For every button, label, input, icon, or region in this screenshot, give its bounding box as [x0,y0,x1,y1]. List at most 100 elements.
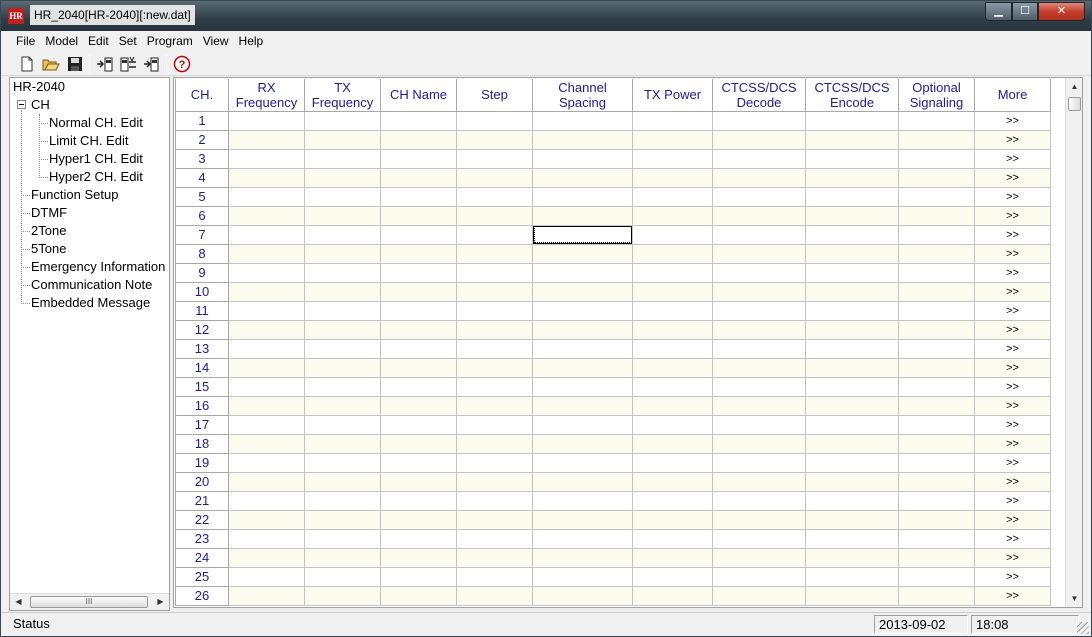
grid-cell-rx-frequency[interactable] [228,452,305,473]
grid-cell-ctcss-dcs-decode[interactable] [712,319,806,340]
grid-cell-ctcss-dcs-encode[interactable] [805,338,899,359]
grid-cell-rx-frequency[interactable] [228,167,305,188]
grid-cell-step[interactable] [456,566,533,587]
grid-cell-ch-name[interactable] [380,167,457,188]
grid-cell-step[interactable] [456,319,533,340]
grid-cell-ctcss-dcs-encode[interactable] [805,167,899,188]
grid-cell-ctcss-dcs-encode[interactable] [805,433,899,454]
app-icon[interactable]: HR [8,8,24,24]
grid-cell-optional-signaling[interactable] [898,357,975,378]
grid-cell-optional-signaling[interactable] [898,509,975,530]
table-row[interactable]: 9 >> [175,262,1051,283]
grid-cell-rx-frequency[interactable] [228,357,305,378]
grid-cell-tx-frequency[interactable] [304,566,381,587]
grid-cell-ch-name[interactable] [380,490,457,511]
channel-number[interactable]: 8 [175,243,229,264]
grid-cell-ch-name[interactable] [380,471,457,492]
scroll-thumb[interactable]: III [30,596,148,608]
grid-cell-optional-signaling[interactable] [898,433,975,454]
grid-cell-ch-name[interactable] [380,281,457,302]
grid-cell-optional-signaling[interactable] [898,243,975,264]
table-row[interactable]: 15 >> [175,376,1051,397]
grid-cell-ch-name[interactable] [380,414,457,435]
grid-cell-ch-name[interactable] [380,224,457,245]
grid-cell-ctcss-dcs-decode[interactable] [712,452,806,473]
grid-cell-rx-frequency[interactable] [228,376,305,397]
grid-cell-tx-power[interactable] [632,243,713,264]
grid-cell-rx-frequency[interactable] [228,471,305,492]
grid-cell-step[interactable] [456,395,533,416]
channel-number[interactable]: 25 [175,566,229,587]
grid-cell-tx-power[interactable] [632,547,713,568]
more-button[interactable]: >> [974,509,1051,530]
grid-cell-ch-name[interactable] [380,243,457,264]
table-row[interactable]: 1 >> [175,110,1051,131]
grid-cell-channel-spacing[interactable] [532,433,633,454]
column-header-more[interactable]: More [974,79,1051,112]
grid-cell-tx-power[interactable] [632,433,713,454]
menu-program[interactable]: Program [142,31,198,51]
grid-cell-ctcss-dcs-decode[interactable] [712,148,806,169]
grid-cell-optional-signaling[interactable] [898,376,975,397]
grid-cell-channel-spacing[interactable] [532,110,633,131]
grid-cell-optional-signaling[interactable] [898,300,975,321]
grid-cell-tx-frequency[interactable] [304,224,381,245]
grid-cell-rx-frequency[interactable] [228,528,305,549]
grid-cell-tx-power[interactable] [632,357,713,378]
scroll-down-icon[interactable]: ▼ [1066,590,1082,607]
column-header-ch-name[interactable]: CH Name [380,79,457,112]
grid-cell-rx-frequency[interactable] [228,490,305,511]
grid-cell-ch-name[interactable] [380,566,457,587]
table-row[interactable]: 12 >> [175,319,1051,340]
grid-cell-tx-power[interactable] [632,452,713,473]
grid-cell-channel-spacing[interactable] [532,471,633,492]
grid-cell-ctcss-dcs-decode[interactable] [712,281,806,302]
grid-cell-channel-spacing[interactable] [532,205,633,226]
more-button[interactable]: >> [974,566,1051,587]
table-row[interactable]: 13 >> [175,338,1051,359]
table-row[interactable]: 10 >> [175,281,1051,302]
grid-cell-tx-power[interactable] [632,110,713,131]
grid-cell-ch-name[interactable] [380,129,457,150]
grid-cell-ctcss-dcs-decode[interactable] [712,395,806,416]
channel-number[interactable]: 12 [175,319,229,340]
channel-number[interactable]: 23 [175,528,229,549]
grid-cell-ctcss-dcs-encode[interactable] [805,414,899,435]
grid-cell-ctcss-dcs-decode[interactable] [712,509,806,530]
grid-cell-rx-frequency[interactable] [228,395,305,416]
grid-cell-channel-spacing[interactable] [532,490,633,511]
grid-cell-ctcss-dcs-encode[interactable] [805,357,899,378]
channel-number[interactable]: 10 [175,281,229,302]
grid-cell-step[interactable] [456,547,533,568]
more-button[interactable]: >> [974,547,1051,568]
grid-cell-channel-spacing[interactable] [532,395,633,416]
grid-cell-tx-frequency[interactable] [304,148,381,169]
grid-cell-ctcss-dcs-decode[interactable] [712,205,806,226]
tree-root[interactable]: HR-2040 [13,78,65,96]
tree-item-emergency-information[interactable]: Emergency Information [31,258,165,276]
grid-cell-optional-signaling[interactable] [898,281,975,302]
table-row[interactable]: 7 >> [175,224,1051,245]
grid-cell-optional-signaling[interactable] [898,186,975,207]
grid-cell-ctcss-dcs-encode[interactable] [805,205,899,226]
grid-cell-tx-power[interactable] [632,471,713,492]
grid-cell-optional-signaling[interactable] [898,205,975,226]
grid-cell-tx-power[interactable] [632,509,713,530]
read-from-radio-icon[interactable] [96,55,114,73]
channel-number[interactable]: 9 [175,262,229,283]
grid-cell-optional-signaling[interactable] [898,414,975,435]
more-button[interactable]: >> [974,148,1051,169]
grid-cell-rx-frequency[interactable] [228,566,305,587]
grid-cell-channel-spacing[interactable] [532,528,633,549]
more-button[interactable]: >> [974,338,1051,359]
grid-cell-tx-frequency[interactable] [304,110,381,131]
grid-cell-channel-spacing[interactable] [532,547,633,568]
grid-cell-tx-frequency[interactable] [304,167,381,188]
grid-cell-optional-signaling[interactable] [898,490,975,511]
grid-cell-ch-name[interactable] [380,395,457,416]
grid-cell-ctcss-dcs-decode[interactable] [712,300,806,321]
grid-cell-tx-power[interactable] [632,338,713,359]
grid-cell-ctcss-dcs-encode[interactable] [805,243,899,264]
channel-number[interactable]: 6 [175,205,229,226]
more-button[interactable]: >> [974,433,1051,454]
